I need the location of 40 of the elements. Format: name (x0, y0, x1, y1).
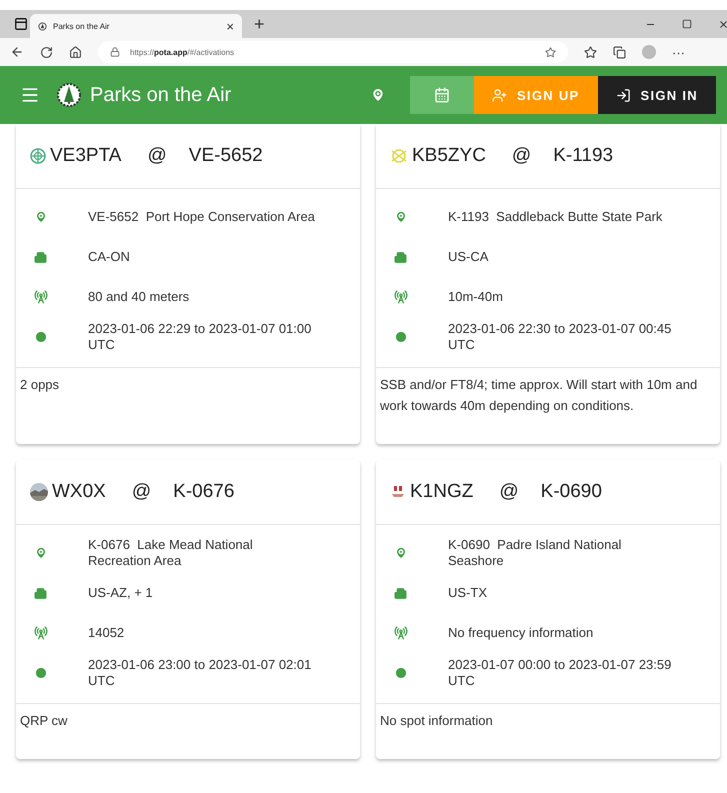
comment-text: 2 opps (19, 376, 60, 394)
detail-text: 14052 (88, 625, 124, 641)
detail-text: No frequency information (448, 625, 594, 641)
detail-text: 2023-01-06 23:00 to 2023-01-07 02:01 UTC (88, 657, 312, 689)
detail-text: CA-ON (88, 249, 130, 265)
detail-text: US-CA (448, 249, 488, 265)
detail-text: 80 and 40 meters (88, 289, 190, 305)
detail-text: US-TX (448, 585, 487, 601)
callsign: VE3PTA (50, 145, 122, 167)
callsign: K1NGZ (410, 481, 474, 503)
park-reference: VE-5652 (188, 145, 263, 167)
at-sign: @ (147, 145, 167, 167)
detail-text: VE-5652 Port Hope Conservation Area (88, 209, 315, 225)
detail-text: 2023-01-07 00:00 to 2023-01-07 23:59 UTC (448, 657, 672, 689)
at-sign: @ (512, 145, 532, 167)
park-reference: K-1193 (553, 145, 614, 167)
detail-text: K-1193 Saddleback Butte State Park (448, 209, 662, 225)
address-field[interactable]: https://pota.app/#/activations (98, 41, 568, 63)
park-reference: K-0690 (540, 481, 602, 503)
detail-text: K-0690 Padre Island National Seashore (448, 537, 622, 569)
more-button[interactable]: ··· (672, 46, 685, 58)
sign-in-button[interactable]: SIGN IN (598, 76, 716, 114)
callsign: WX0X (52, 481, 106, 503)
detail-text: 10m-40m (448, 289, 503, 305)
detail-text: K-0676 Lake Mead National Recreation Area (88, 537, 254, 569)
at-sign: @ (132, 481, 152, 503)
close-tab-button[interactable]: × (226, 20, 234, 32)
comment-text: QRP cw (19, 712, 68, 730)
new-tab-button[interactable]: + (254, 15, 265, 33)
app-title: Parks on the Air (90, 84, 232, 106)
callsign: KB5ZYC (412, 145, 486, 167)
at-sign: @ (499, 481, 519, 503)
comment-text: SSB and/or FT8/4; time approx. Will start with 10m and work towards 40m depending on conditions. (379, 376, 698, 415)
park-reference: K-0676 (173, 481, 234, 503)
detail-text: 2023-01-06 22:29 to 2023-01-07 01:00 UTC (88, 321, 312, 353)
detail-text: 2023-01-06 22:30 to 2023-01-07 00:45 UTC (448, 321, 672, 353)
detail-text: US-AZ, + 1 (88, 585, 153, 601)
tab-title: Parks on the Air (53, 22, 110, 30)
comment-text: No spot information (379, 712, 494, 730)
browser-tab[interactable]: Parks on the Air × (30, 14, 242, 38)
